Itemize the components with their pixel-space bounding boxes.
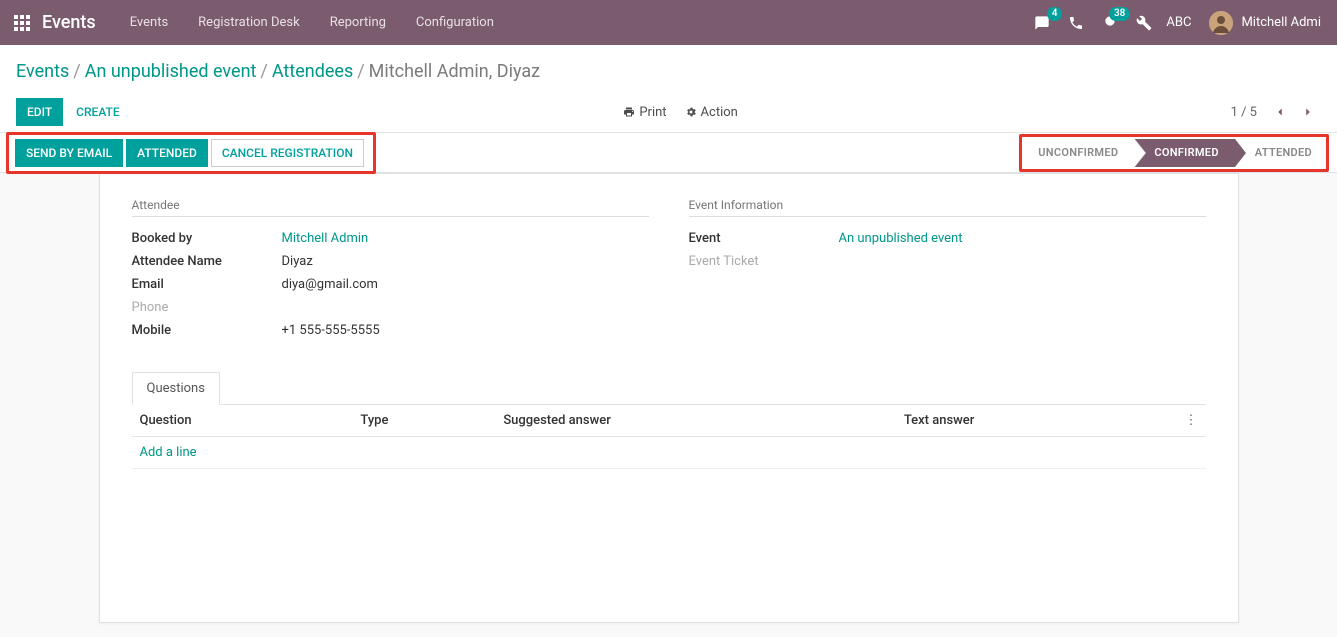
col-suggested[interactable]: Suggested answer (495, 405, 896, 437)
apps-icon[interactable] (8, 9, 36, 37)
table-row: Add a line (132, 437, 1206, 469)
attendee-group: Attendee Booked by Mitchell Admin Attend… (132, 198, 649, 342)
breadcrumb-current: Mitchell Admin, Diyaz (369, 61, 540, 82)
email-label: Email (132, 277, 282, 292)
booked-by-value[interactable]: Mitchell Admin (282, 231, 649, 246)
debug-icon[interactable] (1132, 11, 1156, 35)
booked-by-label: Booked by (132, 231, 282, 246)
col-text-answer[interactable]: Text answer (896, 405, 1177, 437)
col-type[interactable]: Type (352, 405, 495, 437)
nav-item-configuration[interactable]: Configuration (402, 3, 508, 42)
nav-item-events[interactable]: Events (116, 3, 182, 42)
messages-icon[interactable]: 4 (1030, 11, 1054, 35)
phone-icon[interactable] (1064, 11, 1088, 35)
create-button[interactable]: CREATE (65, 98, 130, 126)
status-bar-highlight: UNCONFIRMED CONFIRMED ATTENDED (1019, 134, 1329, 172)
top-navbar: Events Events Registration Desk Reportin… (0, 0, 1337, 45)
col-question[interactable]: Question (132, 405, 353, 437)
messages-badge: 4 (1047, 7, 1063, 21)
event-info-group-label: Event Information (689, 198, 1206, 217)
pager-prev[interactable] (1267, 101, 1293, 123)
attended-button[interactable]: ATTENDED (126, 139, 208, 167)
print-button[interactable]: Print (623, 105, 666, 120)
company-selector[interactable]: ABC (1166, 15, 1191, 30)
mobile-label: Mobile (132, 323, 282, 338)
form-sheet: Attendee Booked by Mitchell Admin Attend… (99, 173, 1239, 623)
app-title[interactable]: Events (42, 12, 96, 33)
activities-icon[interactable]: 38 (1098, 11, 1122, 35)
breadcrumb-events[interactable]: Events (16, 61, 69, 82)
questions-table: Question Type Suggested answer Text answ… (132, 405, 1206, 549)
nav-item-reporting[interactable]: Reporting (316, 3, 400, 42)
status-confirmed[interactable]: CONFIRMED (1134, 139, 1234, 167)
activities-badge: 38 (1109, 7, 1130, 21)
nav-menu: Events Registration Desk Reporting Confi… (116, 3, 508, 42)
action-label: Action (701, 105, 738, 120)
event-ticket-value (839, 254, 1206, 269)
phone-label: Phone (132, 300, 282, 315)
breadcrumb-event[interactable]: An unpublished event (85, 61, 257, 82)
gear-icon (685, 106, 697, 118)
attendee-name-label: Attendee Name (132, 254, 282, 269)
status-unconfirmed[interactable]: UNCONFIRMED (1028, 139, 1134, 167)
event-ticket-label: Event Ticket (689, 254, 839, 269)
user-menu[interactable]: Mitchell Admi (1201, 11, 1329, 35)
action-buttons-highlight: SEND BY EMAIL ATTENDED CANCEL REGISTRATI… (6, 132, 376, 174)
mobile-value: +1 555-555-5555 (282, 323, 649, 338)
edit-button[interactable]: EDIT (16, 98, 63, 126)
event-info-group: Event Information Event An unpublished e… (689, 198, 1206, 342)
event-value[interactable]: An unpublished event (839, 231, 1206, 246)
status-attended-label: ATTENDED (1255, 146, 1312, 159)
phone-value (282, 300, 649, 315)
control-panel: Events/ An unpublished event/ Attendees/… (0, 45, 1337, 133)
breadcrumb: Events/ An unpublished event/ Attendees/… (16, 55, 1321, 92)
print-label: Print (639, 105, 666, 120)
status-confirmed-label: CONFIRMED (1154, 146, 1218, 159)
avatar (1209, 11, 1233, 35)
user-name: Mitchell Admi (1241, 15, 1321, 30)
status-unconfirmed-label: UNCONFIRMED (1038, 146, 1118, 159)
pager-next[interactable] (1295, 101, 1321, 123)
form-area: Attendee Booked by Mitchell Admin Attend… (0, 173, 1337, 623)
nav-item-registration-desk[interactable]: Registration Desk (184, 3, 314, 42)
pager[interactable]: 1 / 5 (1231, 105, 1257, 120)
col-options-icon[interactable]: ⋮ (1177, 405, 1206, 437)
cancel-registration-button[interactable]: CANCEL REGISTRATION (211, 139, 364, 167)
print-icon (623, 106, 635, 118)
action-button[interactable]: Action (685, 105, 738, 120)
attendee-group-label: Attendee (132, 198, 649, 217)
tabs: Questions (132, 372, 1206, 405)
add-line-button[interactable]: Add a line (140, 445, 197, 460)
status-attended[interactable]: ATTENDED (1235, 139, 1322, 167)
tab-questions[interactable]: Questions (132, 372, 220, 405)
event-label: Event (689, 231, 839, 246)
send-by-email-button[interactable]: SEND BY EMAIL (15, 139, 123, 167)
action-bar: SEND BY EMAIL ATTENDED CANCEL REGISTRATI… (0, 133, 1337, 173)
breadcrumb-attendees[interactable]: Attendees (272, 61, 353, 82)
email-value: diya@gmail.com (282, 277, 649, 292)
attendee-name-value: Diyaz (282, 254, 649, 269)
